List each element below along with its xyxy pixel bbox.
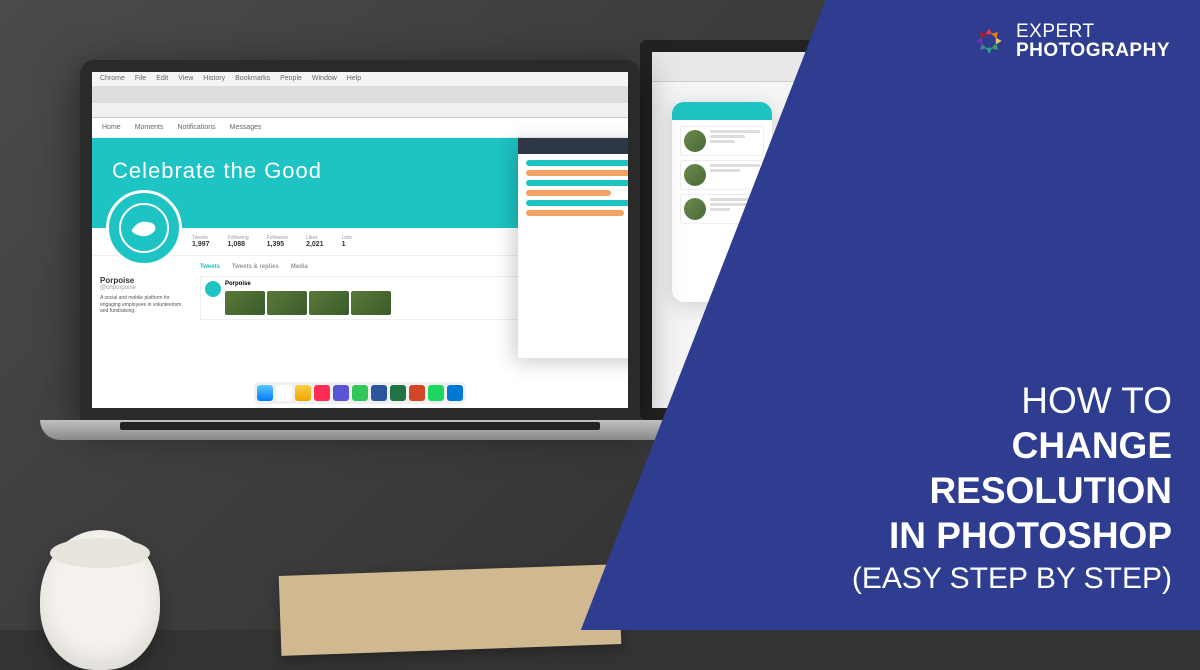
profile-avatar	[106, 190, 182, 266]
logo-word-2: PHOTOGRAPHY	[1016, 40, 1170, 61]
laptop-display: Chrome File Edit View History Bookmarks …	[92, 72, 628, 408]
word-icon	[371, 385, 387, 401]
nav-notifications: Notifications	[177, 124, 215, 131]
tweet-image	[351, 291, 391, 315]
menu-item: History	[203, 75, 225, 82]
dashboard-header	[518, 138, 628, 154]
profile-bio: A social and mobile platform for engagin…	[100, 295, 190, 315]
coffee-cup	[40, 530, 160, 670]
analytics-dashboard-panel	[518, 138, 628, 358]
tweet: Porpoise	[200, 276, 530, 320]
tweet-feed: Tweets Tweets & replies Media Porpoise	[200, 264, 530, 320]
stat-followers: Followers 1,395	[267, 235, 288, 248]
nav-home: Home	[102, 124, 121, 131]
menu-item: Window	[312, 75, 337, 82]
tab-replies: Tweets & replies	[232, 264, 279, 270]
calendar-icon	[314, 385, 330, 401]
macos-dock	[254, 382, 466, 404]
tab-tweets: Tweets	[200, 264, 220, 270]
article-title: HOW TO CHANGE RESOLUTION IN PHOTOSHOP (E…	[852, 378, 1172, 597]
tab-media: Media	[291, 264, 308, 270]
macos-menu-bar: Chrome File Edit View History Bookmarks …	[92, 72, 628, 86]
title-line-4: IN PHOTOSHOP	[852, 513, 1172, 558]
logo-aperture-icon	[972, 24, 1006, 58]
stat-likes: Likes 2,021	[306, 235, 324, 248]
brand-logo: EXPERT PHOTOGRAPHY	[972, 22, 1170, 60]
nav-moments: Moments	[135, 124, 164, 131]
laptop-keyboard	[120, 422, 600, 430]
browser-tab-row	[92, 86, 628, 104]
excel-icon	[390, 385, 406, 401]
tweet-author: Porpoise	[225, 281, 525, 287]
tweet-image	[309, 291, 349, 315]
menu-item: Edit	[156, 75, 168, 82]
menu-item: Chrome	[100, 75, 125, 82]
profile-handle: @onporpoise	[100, 285, 190, 291]
title-subtitle: (EASY STEP BY STEP)	[852, 562, 1172, 596]
laptop-screen-bezel: Chrome File Edit View History Bookmarks …	[80, 60, 640, 420]
profile-name: Porpoise	[100, 276, 190, 285]
spotify-icon	[428, 385, 444, 401]
menu-item: Bookmarks	[235, 75, 270, 82]
outlook-icon	[447, 385, 463, 401]
mail-icon	[333, 385, 349, 401]
logo-word-1: EXPERT	[1016, 21, 1095, 42]
messages-icon	[352, 385, 368, 401]
tweet-image	[267, 291, 307, 315]
desk-papers	[279, 564, 622, 656]
tweet-avatar	[205, 281, 221, 297]
title-line-3: RESOLUTION	[852, 468, 1172, 513]
title-line-2: CHANGE	[852, 423, 1172, 468]
menu-item: File	[135, 75, 146, 82]
menu-item: Help	[347, 75, 361, 82]
tweet-image	[225, 291, 265, 315]
menu-item: People	[280, 75, 302, 82]
tweet-media-row	[225, 291, 525, 315]
chrome-icon	[295, 385, 311, 401]
feed-tabs: Tweets Tweets & replies Media	[200, 264, 530, 270]
title-line-1: HOW TO	[852, 378, 1172, 423]
menu-item: View	[178, 75, 193, 82]
twitter-profile-page: Home Moments Notifications Messages Cele…	[92, 118, 628, 408]
browser-chrome: Chrome File Edit View History Bookmarks …	[92, 72, 628, 118]
laptop-base	[40, 420, 680, 440]
logo-text: EXPERT PHOTOGRAPHY	[1016, 22, 1170, 60]
stat-lists: Lists 1	[342, 235, 352, 248]
stat-tweets: Tweets 1,997	[192, 235, 210, 248]
stat-following: Following 1,088	[228, 235, 249, 248]
browser-url-bar	[92, 103, 628, 117]
porpoise-icon	[119, 203, 169, 253]
profile-sidebar: Porpoise @onporpoise A social and mobile…	[100, 264, 190, 320]
laptop: Chrome File Edit View History Bookmarks …	[80, 60, 700, 480]
safari-icon	[276, 385, 292, 401]
twitter-nav: Home Moments Notifications Messages	[92, 118, 628, 138]
finder-icon	[257, 385, 273, 401]
nav-messages: Messages	[230, 124, 262, 131]
powerpoint-icon	[409, 385, 425, 401]
